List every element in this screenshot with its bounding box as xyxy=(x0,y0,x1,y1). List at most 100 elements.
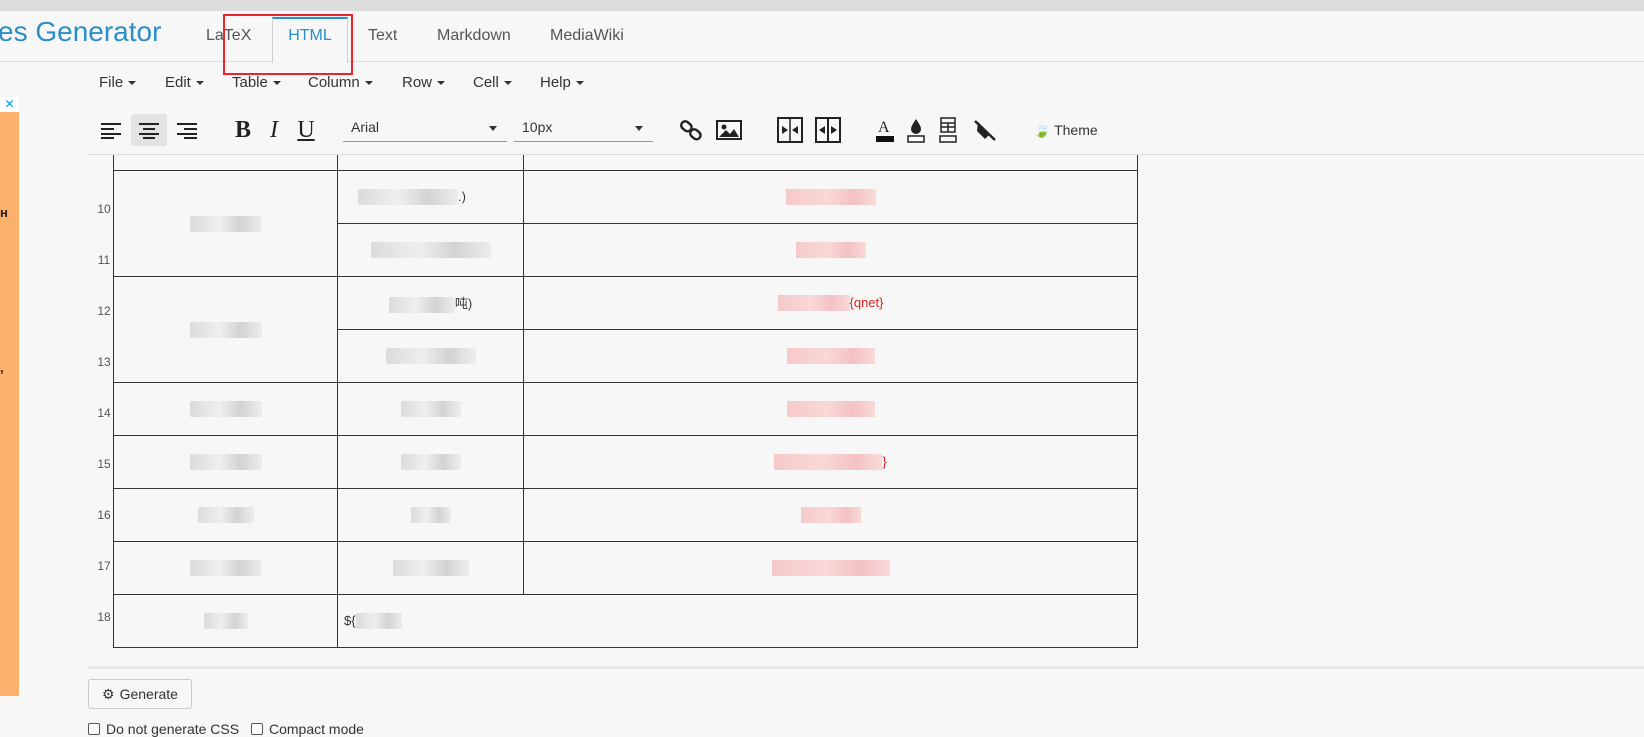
row-number: 15 xyxy=(97,457,111,471)
table-cell[interactable]: } xyxy=(523,435,1138,489)
compact-mode-checkbox[interactable] xyxy=(251,723,263,735)
text-color-glyph: A xyxy=(878,119,890,136)
ad-close-icon[interactable]: ✕ xyxy=(0,97,19,112)
menu-edit[interactable]: Edit xyxy=(165,74,204,91)
table-cell[interactable] xyxy=(113,170,338,277)
redacted-text xyxy=(800,507,861,524)
redacted-text xyxy=(786,348,875,365)
font-family-select[interactable]: Arial xyxy=(343,115,507,142)
leaf-icon: 🍃 xyxy=(1033,122,1051,138)
tab-markdown[interactable]: Markdown xyxy=(437,27,511,45)
underline-button[interactable]: U xyxy=(288,114,324,146)
compact-mode-option[interactable]: Compact mode xyxy=(251,721,364,737)
table-cell[interactable] xyxy=(337,541,524,595)
redacted-text xyxy=(385,348,476,365)
table-cell[interactable] xyxy=(113,276,338,383)
table-row xyxy=(113,382,1138,436)
table-row: 吨) {qnet} xyxy=(113,276,1138,383)
tab-mediawiki[interactable]: MediaWiki xyxy=(550,27,624,45)
tab-html[interactable]: HTML xyxy=(272,17,348,63)
table-cell[interactable] xyxy=(337,435,524,489)
table-row: ${ xyxy=(113,594,1138,648)
image-button[interactable] xyxy=(711,114,747,146)
table-cell[interactable] xyxy=(337,329,524,383)
editor-bottom-border xyxy=(88,666,1644,669)
table-cell[interactable] xyxy=(337,223,524,277)
no-css-option[interactable]: Do not generate CSS xyxy=(88,721,239,737)
cell-text: ${ xyxy=(344,612,356,628)
table-cell[interactable] xyxy=(113,488,338,542)
align-center-button[interactable] xyxy=(131,114,167,146)
chevron-down-icon xyxy=(635,126,643,131)
table-cell[interactable]: {qnet} xyxy=(523,276,1138,330)
font-size-select[interactable]: 10px xyxy=(514,115,653,142)
table-cell[interactable]: 吨) xyxy=(337,276,524,330)
gears-icon: ⚙ xyxy=(102,685,115,702)
table-row: } xyxy=(113,435,1138,489)
no-css-checkbox[interactable] xyxy=(88,723,100,735)
table-cell[interactable] xyxy=(113,382,338,436)
font-family-value: Arial xyxy=(351,119,380,135)
redacted-text xyxy=(197,507,254,524)
table-cell[interactable] xyxy=(523,382,1138,436)
table-row xyxy=(113,155,1138,171)
ad-text-mark: , xyxy=(0,360,4,375)
ad-banner[interactable] xyxy=(0,97,19,696)
chevron-down-icon xyxy=(489,126,497,131)
menu-help[interactable]: Help xyxy=(540,74,584,91)
align-right-icon xyxy=(177,123,197,139)
background-color-button[interactable] xyxy=(898,114,934,146)
theme-button[interactable]: 🍃 Theme xyxy=(1033,122,1098,139)
table-cell[interactable] xyxy=(523,170,1138,224)
table-cell[interactable] xyxy=(113,541,338,595)
redacted-text xyxy=(203,613,248,630)
table-cell[interactable]: ${ xyxy=(337,594,1138,648)
table-cell[interactable] xyxy=(337,155,524,171)
font-size-value: 10px xyxy=(522,119,553,135)
row-number: 16 xyxy=(97,508,111,522)
tab-text[interactable]: Text xyxy=(368,27,397,45)
water-drop-icon xyxy=(907,119,925,143)
table-row: .) xyxy=(113,170,1138,277)
redacted-text xyxy=(785,189,876,206)
chevron-down-icon xyxy=(128,81,137,86)
chevron-down-icon xyxy=(575,81,584,86)
redacted-text xyxy=(189,401,262,418)
border-style-button[interactable] xyxy=(930,114,966,146)
table-cell[interactable] xyxy=(523,488,1138,542)
menu-column[interactable]: Column xyxy=(308,74,373,91)
table-cell[interactable] xyxy=(113,435,338,489)
redacted-text xyxy=(392,560,469,577)
table-cell[interactable] xyxy=(523,155,1138,171)
redacted-text xyxy=(388,296,455,313)
menu-row[interactable]: Row xyxy=(402,74,446,91)
redacted-text xyxy=(771,560,890,577)
table-cell[interactable] xyxy=(523,223,1138,277)
redacted-text xyxy=(410,507,451,524)
data-table[interactable]: .) 吨) {qnet} } ${ xyxy=(113,155,1138,648)
redacted-text xyxy=(355,613,402,630)
menu-row-label: Row xyxy=(402,74,433,91)
table-cell[interactable] xyxy=(523,541,1138,595)
table-cell[interactable] xyxy=(337,382,524,436)
align-left-button[interactable] xyxy=(93,114,129,146)
clear-format-button[interactable] xyxy=(967,114,1003,146)
split-cells-button[interactable] xyxy=(810,114,846,146)
tab-latex[interactable]: LaTeX xyxy=(206,27,251,45)
table-cell[interactable]: .) xyxy=(337,170,524,224)
table-cell[interactable] xyxy=(523,329,1138,383)
menu-file[interactable]: File xyxy=(99,74,137,91)
redacted-text xyxy=(189,321,262,338)
menu-cell[interactable]: Cell xyxy=(473,74,512,91)
table-cell[interactable] xyxy=(113,155,338,171)
table-editor[interactable]: 10 11 12 13 14 15 16 17 18 .) 吨) {qnet} xyxy=(88,155,1644,666)
italic-button[interactable]: I xyxy=(256,114,292,146)
generate-button[interactable]: ⚙ Generate xyxy=(88,679,192,709)
menu-table[interactable]: Table xyxy=(232,74,281,91)
link-button[interactable] xyxy=(673,114,709,146)
merge-cells-button[interactable] xyxy=(772,114,808,146)
no-css-label: Do not generate CSS xyxy=(106,721,240,737)
table-cell[interactable] xyxy=(337,488,524,542)
table-cell[interactable] xyxy=(113,594,338,648)
align-right-button[interactable] xyxy=(169,114,205,146)
